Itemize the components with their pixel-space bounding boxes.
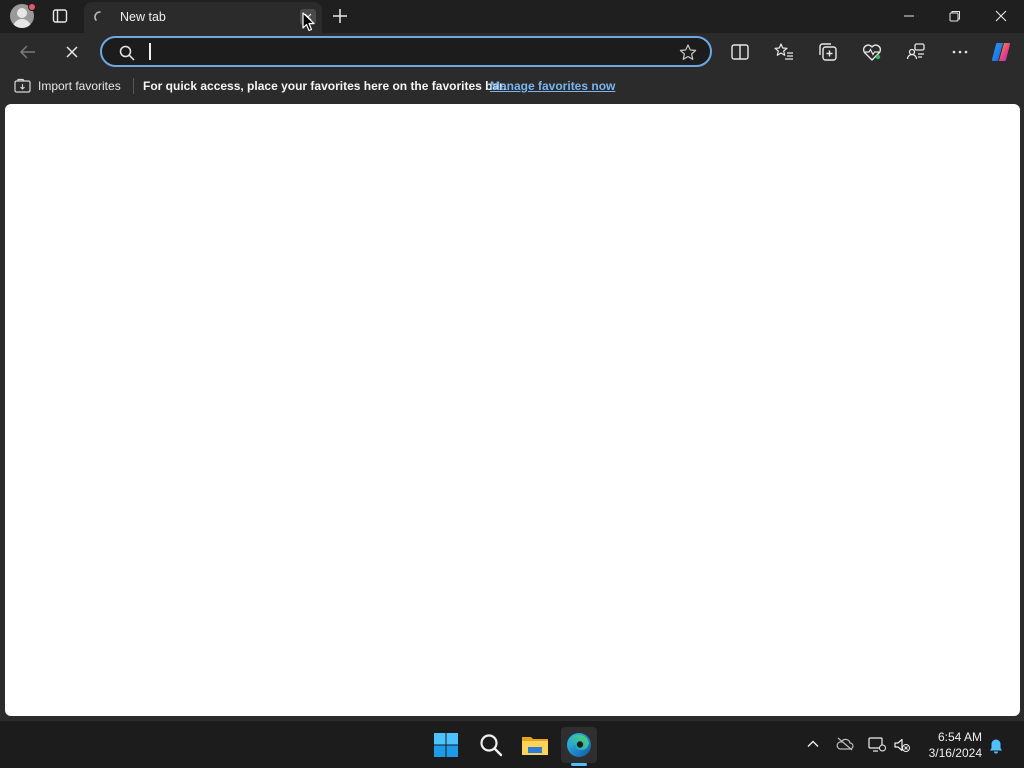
close-window-button[interactable]: [978, 0, 1024, 32]
favorites-icon[interactable]: [772, 40, 796, 64]
active-app-indicator: [571, 763, 587, 766]
start-button[interactable]: [428, 727, 464, 763]
browser-essentials-icon[interactable]: [860, 40, 884, 64]
address-bar[interactable]: [100, 36, 712, 67]
search-icon: [480, 734, 503, 757]
notification-bell-icon[interactable]: [989, 738, 1003, 754]
tab-actions-icon[interactable]: [52, 8, 68, 24]
import-favorites-button[interactable]: Import favorites: [38, 79, 121, 93]
mouse-cursor-icon: [302, 12, 315, 32]
folder-icon: [522, 737, 548, 755]
workspaces-icon[interactable]: [904, 40, 928, 64]
show-hidden-icons-chevron-icon[interactable]: [806, 737, 820, 751]
taskbar-search-button[interactable]: [473, 727, 509, 763]
edge-logo-icon: [567, 733, 591, 757]
tab-strip: New tab: [0, 0, 1024, 33]
address-input[interactable]: [152, 41, 652, 62]
file-explorer-button[interactable]: [517, 727, 553, 763]
page-content[interactable]: [5, 104, 1020, 716]
split-screen-icon[interactable]: [728, 40, 752, 64]
manage-favorites-link[interactable]: Manage favorites now: [490, 79, 615, 93]
new-tab-button[interactable]: [330, 6, 350, 26]
import-favorites-icon[interactable]: [14, 78, 32, 94]
close-icon: [995, 10, 1007, 22]
clock-date[interactable]: 3/16/2024: [920, 746, 982, 760]
collections-icon[interactable]: [816, 40, 840, 64]
back-arrow-icon[interactable]: [16, 40, 40, 64]
more-options-icon[interactable]: [948, 40, 972, 64]
favorites-bar-message: For quick access, place your favorites h…: [143, 79, 507, 93]
restore-button[interactable]: [932, 0, 978, 32]
network-icon[interactable]: [868, 737, 886, 753]
minimize-icon: [904, 15, 914, 17]
search-icon: [119, 45, 135, 61]
minimize-button[interactable]: [886, 0, 932, 32]
favorites-bar: Import favorites For quick access, place…: [0, 71, 1024, 101]
copilot-icon[interactable]: [989, 40, 1013, 64]
loading-spinner-icon: [94, 11, 101, 21]
text-caret: [149, 43, 151, 60]
favorites-divider: [133, 78, 134, 94]
browser-window: New tab Import favorites For quick acces…: [0, 0, 1024, 720]
onedrive-offline-icon[interactable]: [836, 737, 854, 751]
windows-logo-icon: [434, 733, 458, 757]
add-favorite-star-icon[interactable]: [678, 43, 698, 63]
profile-notification-dot: [28, 3, 36, 11]
tab-title: New tab: [120, 10, 166, 24]
restore-icon: [949, 11, 960, 22]
clock-time[interactable]: 6:54 AM: [920, 730, 982, 744]
tab-new-tab[interactable]: New tab: [84, 2, 322, 33]
volume-muted-icon[interactable]: [893, 737, 911, 753]
taskbar: 6:54 AM 3/16/2024: [0, 720, 1024, 768]
stop-loading-icon[interactable]: [60, 40, 84, 64]
navigation-toolbar: [0, 33, 1024, 71]
edge-taskbar-button[interactable]: [561, 727, 597, 763]
